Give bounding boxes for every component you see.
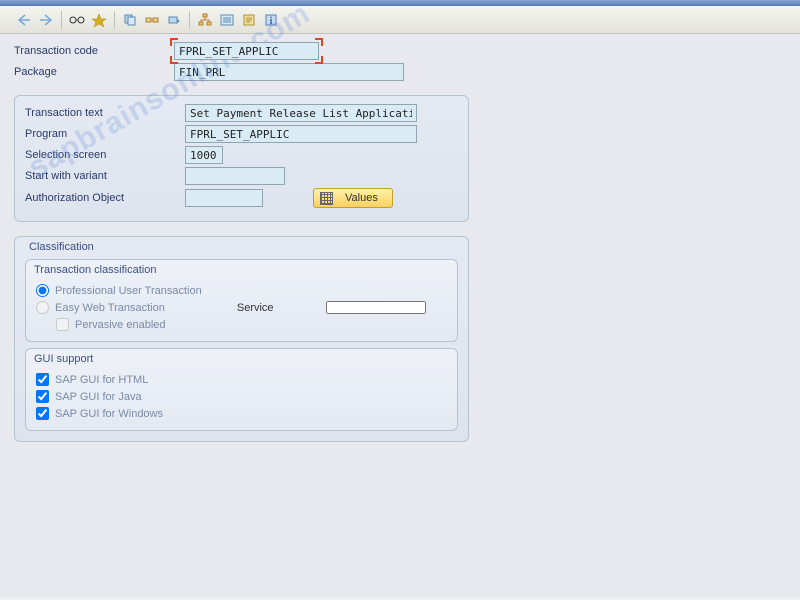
package-input[interactable] [174,63,404,81]
checkbox-gui-java[interactable] [36,390,49,403]
checkbox-pervasive-label: Pervasive enabled [75,319,166,331]
start-variant-input[interactable] [185,167,285,185]
auth-object-input[interactable] [185,189,263,207]
program-input[interactable] [185,125,417,143]
start-variant-label: Start with variant [25,170,185,182]
svg-text:i: i [270,16,273,27]
checkbox-pervasive[interactable] [56,318,69,331]
service-label: Service [237,302,274,314]
service-input[interactable] [326,301,426,314]
radio-easy-web[interactable] [36,301,49,314]
selection-screen-input[interactable] [185,146,223,164]
hierarchy-icon[interactable] [195,10,215,30]
gui-support-title: GUI support [34,353,447,365]
transaction-code-label: Transaction code [14,45,174,57]
where-used-icon[interactable] [142,10,162,30]
forward-icon[interactable] [36,10,56,30]
gui-support-group: GUI support SAP GUI for HTML SAP GUI for… [25,348,458,431]
list-icon[interactable] [217,10,237,30]
checkbox-gui-windows[interactable] [36,407,49,420]
copy-icon[interactable] [120,10,140,30]
selection-screen-label: Selection screen [25,149,185,161]
transaction-code-input[interactable] [174,42,319,60]
transaction-text-label: Transaction text [25,107,185,119]
details-group: Transaction text Program Selection scree… [14,95,469,222]
info-icon[interactable]: i [261,10,281,30]
transaction-classification-group: Transaction classification Professional … [25,259,458,342]
content-area: sapbrainsonline.com Transaction code Pac… [0,34,800,598]
trans-class-title: Transaction classification [34,264,447,276]
package-label: Package [14,66,174,78]
radio-professional[interactable] [36,284,49,297]
grid-icon [320,192,333,205]
transaction-text-input[interactable] [185,104,417,122]
checkbox-gui-windows-label: SAP GUI for Windows [55,408,163,420]
activate-icon[interactable] [89,10,109,30]
checkbox-gui-java-label: SAP GUI for Java [55,391,142,403]
program-label: Program [25,128,185,140]
values-button[interactable]: Values [313,188,393,208]
back-icon[interactable] [14,10,34,30]
checkbox-gui-html[interactable] [36,373,49,386]
radio-professional-label: Professional User Transaction [55,285,202,297]
glasses-icon[interactable] [67,10,87,30]
variant-icon[interactable] [239,10,259,30]
auth-object-label: Authorization Object [25,192,185,204]
checkbox-gui-html-label: SAP GUI for HTML [55,374,148,386]
classification-group: Classification Transaction classificatio… [14,236,469,442]
values-button-label: Values [345,192,378,204]
transport-icon[interactable] [164,10,184,30]
classification-title: Classification [25,241,458,253]
toolbar: i [0,6,800,34]
radio-easy-web-label: Easy Web Transaction [55,302,165,314]
